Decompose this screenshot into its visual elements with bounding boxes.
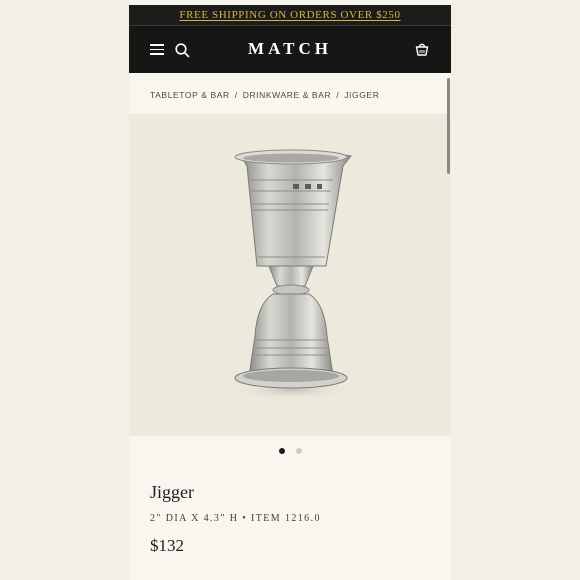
product-spec: 2" DIA X 4.3" H • ITEM 1216.0	[150, 513, 321, 524]
promo-banner[interactable]: FREE SHIPPING ON ORDERS OVER $250	[129, 5, 451, 26]
product-price: $132	[150, 536, 184, 555]
bag-icon[interactable]	[414, 41, 430, 57]
carousel-dot-2[interactable]	[296, 448, 302, 454]
mobile-page: FREE SHIPPING ON ORDERS OVER $250 MATCH …	[129, 0, 451, 580]
carousel-pagination	[279, 448, 302, 454]
breadcrumb: TABLETOP & BAR / DRINKWARE & BAR / JIGGE…	[150, 90, 379, 100]
breadcrumb-item-drinkware[interactable]: DRINKWARE & BAR	[243, 90, 332, 100]
product-image[interactable]	[129, 114, 451, 436]
header: MATCH	[129, 26, 451, 73]
jigger-photo	[229, 149, 353, 400]
breadcrumb-separator: /	[336, 90, 340, 100]
breadcrumb-separator: /	[234, 90, 238, 100]
breadcrumb-item-tabletop[interactable]: TABLETOP & BAR	[150, 90, 230, 100]
breadcrumb-item-current: JIGGER	[344, 90, 380, 100]
promo-banner-text[interactable]: FREE SHIPPING ON ORDERS OVER $250	[179, 9, 400, 21]
carousel-dot-1[interactable]	[279, 448, 285, 454]
product-title: Jigger	[150, 482, 194, 502]
scrollbar[interactable]	[447, 78, 450, 174]
site-logo[interactable]: MATCH	[129, 39, 451, 59]
